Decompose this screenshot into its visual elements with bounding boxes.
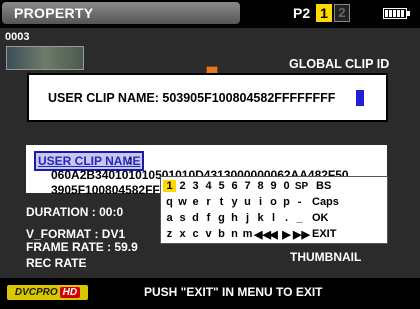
key-4[interactable]: 4	[202, 180, 215, 192]
key-w[interactable]: w	[176, 196, 189, 208]
camera-lcd-screen: PROPERTY P2 1 2 0003 GLOBAL CLIP ID ME D…	[0, 0, 420, 309]
software-keyboard: 1 2 3 4 5 6 7 8 9 0 SP BS q w e r t y u i o p - Caps asdfghjkl…	[160, 176, 388, 244]
keyboard-row-1: 1 2 3 4 5 6 7 8 9 0 SP BS	[163, 178, 387, 194]
key-q[interactable]: q	[163, 196, 176, 208]
keyboard-row-4: z x c v b n m ◀◀ ◀ ▶ ▶▶ EXIT	[163, 226, 387, 242]
user-clip-name-dialog: USER CLIP NAME: 503905F100804582FFFFFFFF	[27, 73, 388, 122]
key-p[interactable]: p	[280, 196, 293, 208]
key-f[interactable]: f	[202, 212, 215, 224]
key-x9664x9664[interactable]: ◀◀	[254, 228, 271, 241]
user-clip-name-input[interactable]: USER CLIP NAME: 503905F100804582FFFFFFFF	[48, 91, 335, 105]
card-slot-1-indicator: 1	[316, 4, 332, 22]
key-t[interactable]: t	[215, 196, 228, 208]
keyboard-row-2: q w e r t y u i o p - Caps	[163, 194, 387, 210]
card-slot-label: P2	[293, 5, 311, 21]
rec-rate-info: REC RATE	[26, 256, 87, 270]
text-cursor	[356, 90, 364, 106]
key-x9654[interactable]: ▶	[280, 228, 293, 241]
key-bs[interactable]: BS	[310, 180, 346, 192]
duration-info: DURATION : 00:0	[26, 205, 124, 219]
key-y[interactable]: y	[228, 196, 241, 208]
key-b[interactable]: b	[215, 228, 228, 240]
key-m[interactable]: m	[241, 228, 254, 240]
key-k[interactable]: k	[254, 212, 267, 224]
key-j[interactable]: j	[241, 212, 254, 224]
key-a[interactable]: a	[163, 212, 176, 224]
key-0[interactable]: 0	[280, 180, 293, 192]
key-8[interactable]: 8	[254, 180, 267, 192]
key-2[interactable]: 2	[176, 180, 189, 192]
card-slot-2-indicator: 2	[334, 4, 350, 22]
key-1[interactable]: 1	[163, 180, 176, 192]
key-r[interactable]: r	[202, 196, 215, 208]
exit-hint: PUSH "EXIT" IN MENU TO EXIT	[144, 285, 323, 299]
logo-hd: HD	[59, 287, 81, 298]
dvcpro-hd-logo: DVCPRO HD	[7, 285, 88, 300]
key-7[interactable]: 7	[241, 180, 254, 192]
key-i[interactable]: i	[254, 196, 267, 208]
key-e[interactable]: e	[189, 196, 202, 208]
key-o[interactable]: o	[267, 196, 280, 208]
key-h[interactable]: h	[228, 212, 241, 224]
page-title: PROPERTY	[14, 5, 94, 21]
key-x46[interactable]: .	[280, 212, 293, 224]
key-caps[interactable]: Caps	[306, 196, 342, 208]
video-format-info: V_FORMAT : DV1	[26, 227, 126, 241]
keyboard-row-3: a s d f g h j k l. _ OK	[163, 210, 387, 226]
logo-text: DVCPRO	[14, 287, 58, 298]
key-x45[interactable]: -	[293, 196, 306, 208]
key-9[interactable]: 9	[267, 180, 280, 192]
key-s[interactable]: s	[176, 212, 189, 224]
key-v[interactable]: v	[202, 228, 215, 240]
key-x[interactable]: x	[176, 228, 189, 240]
global-clip-id-label: GLOBAL CLIP ID	[289, 57, 390, 71]
key-sp[interactable]: SP	[293, 181, 310, 192]
key-d[interactable]: d	[189, 212, 202, 224]
key-exit[interactable]: EXIT	[306, 228, 342, 240]
battery-icon	[383, 8, 410, 19]
title-bar: PROPERTY P2 1 2	[0, 0, 420, 28]
key-5[interactable]: 5	[215, 180, 228, 192]
key-x9654x9654[interactable]: ▶▶	[293, 228, 310, 241]
key-z[interactable]: z	[163, 228, 176, 240]
frame-rate-info: FRAME RATE : 59.9	[26, 240, 138, 254]
key-6[interactable]: 6	[228, 180, 241, 192]
detail-colon: :	[128, 153, 132, 167]
key-x9664[interactable]: ◀	[267, 228, 280, 241]
key-l[interactable]: l	[267, 212, 280, 224]
key-n[interactable]: n	[228, 228, 241, 240]
bottom-bar: DVCPRO HD PUSH "EXIT" IN MENU TO EXIT	[0, 278, 420, 309]
key-ok[interactable]: OK	[306, 212, 342, 224]
key-3[interactable]: 3	[189, 180, 202, 192]
key-x95[interactable]: _	[293, 212, 306, 224]
clip-thumbnail	[6, 46, 84, 70]
key-g[interactable]: g	[215, 212, 228, 224]
key-u[interactable]: u	[241, 196, 254, 208]
thumbnail-label: THUMBNAIL	[290, 250, 362, 264]
clip-number: 0003	[5, 31, 30, 43]
key-c[interactable]: c	[189, 228, 202, 240]
